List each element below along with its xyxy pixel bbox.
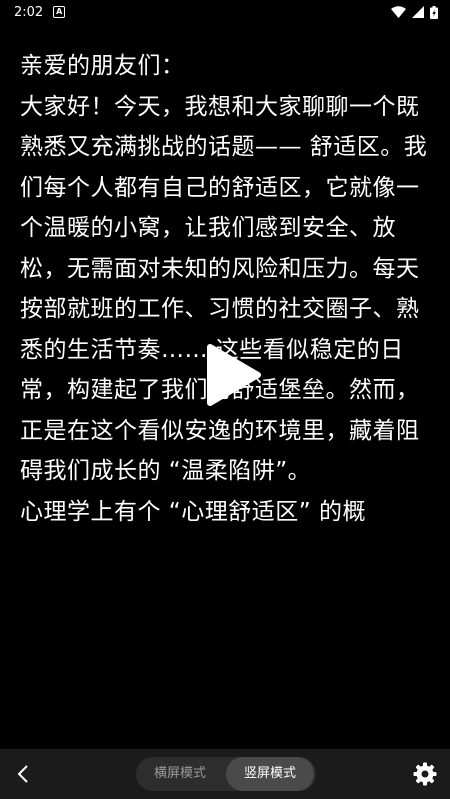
play-icon — [207, 344, 261, 406]
notification-icon: A — [53, 6, 66, 18]
settings-button[interactable] — [412, 761, 438, 787]
paragraph-greeting: 亲爱的朋友们： — [20, 53, 185, 79]
gear-icon — [413, 762, 437, 786]
tab-portrait[interactable]: 竖屏模式 — [226, 757, 314, 791]
paragraph-partial: 心理学上有个 “心理舒适区” 的概 — [20, 498, 366, 525]
wifi-icon — [391, 6, 406, 18]
signal-icon — [412, 6, 424, 18]
status-bar: 2:02 A — [0, 0, 450, 24]
play-button[interactable] — [200, 343, 264, 407]
tab-landscape[interactable]: 横屏模式 — [136, 757, 224, 791]
bottom-bar: 横屏模式 竖屏模式 — [0, 749, 450, 799]
chevron-left-icon — [17, 765, 28, 783]
status-left: 2:02 A — [14, 4, 66, 20]
status-time: 2:02 — [14, 4, 44, 20]
battery-icon — [430, 5, 438, 19]
status-right — [391, 5, 438, 19]
paragraph-body: 大家好！今天，我想和大家聊聊一个既熟悉又充满挑战的话题—— 舒适区。我们每个人都… — [20, 93, 428, 485]
back-button[interactable] — [10, 761, 36, 787]
orientation-toggle: 横屏模式 竖屏模式 — [136, 757, 316, 791]
